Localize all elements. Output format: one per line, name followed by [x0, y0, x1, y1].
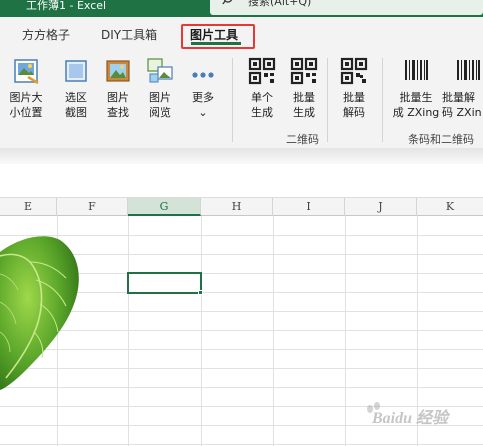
fill-handle[interactable]: [198, 290, 203, 295]
button-label-line2: 小位置: [9, 106, 43, 119]
grid-line: [128, 216, 129, 446]
grid-line: [0, 444, 483, 445]
window-title: 工作薄1 - Excel: [26, 0, 107, 12]
tab-diy-toolbox[interactable]: DIY工具箱: [101, 26, 157, 43]
selection-screenshot-button[interactable]: 选区 截图: [58, 52, 94, 132]
picture-find-button[interactable]: 图片 查找: [100, 52, 136, 132]
ribbon-separator: [382, 58, 383, 142]
qrcode-batch-icon: [290, 57, 318, 85]
picture-view-button[interactable]: 图片 阅览: [142, 52, 178, 132]
screenshot-icon: [65, 60, 87, 82]
barcode-batch-generate-button[interactable]: 批量生成 ZXing: [393, 52, 439, 132]
column-header-j[interactable]: J: [345, 198, 417, 216]
picture-find-icon: [106, 60, 130, 82]
more-button[interactable]: 更多 ⌄: [186, 52, 220, 132]
qrcode-batch-generate-button[interactable]: 批量 生成: [286, 52, 322, 132]
leaf-image[interactable]: [0, 232, 85, 392]
button-label-line1: 批量生: [399, 91, 433, 104]
picture-size-position-button[interactable]: 图片大 小位置: [6, 52, 46, 132]
qrcode-single-generate-button[interactable]: 单个 生成: [244, 52, 280, 132]
button-label-line1: 批量: [293, 91, 315, 104]
ribbon-separator: [232, 58, 233, 142]
search-icon[interactable]: [222, 0, 236, 6]
group-label-barcode-qrcode: 条码和二维码: [408, 133, 474, 146]
title-bar: 工作薄1 - Excel 搜索(Alt+Q): [0, 0, 483, 17]
button-label-line1: 更多: [192, 91, 214, 104]
qrcode-icon: [248, 57, 276, 85]
column-header-g[interactable]: G: [128, 198, 201, 216]
button-label-line1: 批量解: [442, 91, 475, 104]
grid-line: [273, 216, 274, 446]
chevron-down-icon: ⌄: [198, 106, 208, 119]
column-header-row: E F G H I J K: [0, 198, 483, 216]
button-label-line2: 码 ZXin: [442, 106, 482, 119]
barcode-decode-icon: [457, 60, 480, 80]
button-label-line1: 图片: [107, 91, 129, 104]
column-header-i[interactable]: I: [273, 198, 345, 216]
search-box[interactable]: 搜索(Alt+Q): [210, 0, 483, 15]
button-label-line1: 图片大: [9, 91, 43, 104]
button-label-line2: 截图: [65, 106, 87, 119]
qrcode-batch-decode-button[interactable]: 批量 解码: [336, 52, 372, 132]
worksheet-grid[interactable]: Baidu 经验: [0, 216, 483, 446]
button-label-line1: 选区: [65, 91, 87, 104]
barcode-icon: [405, 60, 428, 80]
qrcode-decode-icon: [340, 57, 368, 85]
grid-line: [201, 216, 202, 446]
button-label-line1: 单个: [251, 91, 273, 104]
barcode-batch-decode-button[interactable]: 批量解码 ZXin: [442, 52, 483, 132]
button-label-line2: 生成: [251, 106, 273, 119]
button-label-line1: 批量: [343, 91, 365, 104]
formula-bar-area: [0, 164, 483, 198]
column-header-h[interactable]: H: [201, 198, 273, 216]
column-header-k[interactable]: K: [417, 198, 483, 216]
picture-resize-icon: [14, 59, 39, 85]
grid-line: [345, 216, 346, 446]
tab-highlight-box: [181, 24, 255, 49]
column-header-f[interactable]: F: [57, 198, 128, 216]
picture-view-icon: [147, 58, 173, 83]
button-label-line2: 生成: [293, 106, 315, 119]
ribbon-shadow: [0, 148, 483, 164]
column-header-e[interactable]: E: [0, 198, 57, 216]
search-input[interactable]: 搜索(Alt+Q): [248, 0, 311, 9]
button-label-line2: 解码: [343, 106, 365, 119]
tab-fangfang-gezi[interactable]: 方方格子: [22, 26, 70, 43]
selected-cell[interactable]: [127, 272, 202, 294]
watermark-text: Baidu 经验: [372, 410, 449, 427]
group-label-qrcode: 二维码: [286, 133, 319, 146]
ribbon: 图片大 小位置 选区 截图 图片 查找 图片 阅览 更多 ⌄ 单个 生成 批量 …: [0, 52, 483, 148]
button-label-line2: 查找: [107, 106, 129, 119]
button-label-line1: 图片: [149, 91, 171, 104]
button-label-line2: 阅览: [149, 106, 171, 119]
more-dots-icon: [192, 72, 214, 78]
button-label-line2: 成 ZXing: [392, 106, 440, 119]
